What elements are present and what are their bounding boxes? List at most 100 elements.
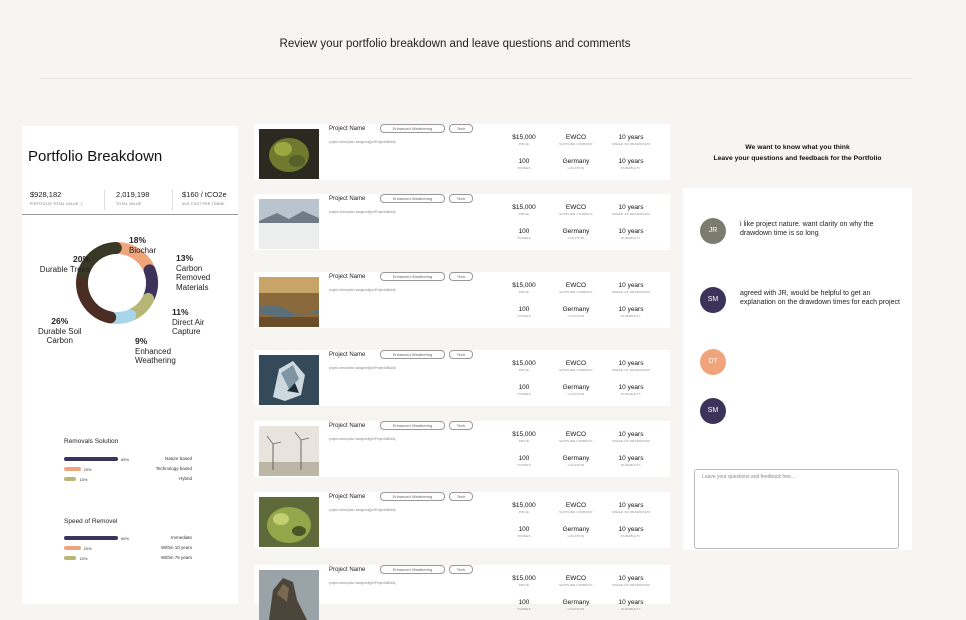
comment-text: agreed with JR, would be helpful to get … [740,290,900,306]
project-card[interactable]: Project Name Enhanced Weathering Tech pr… [254,272,670,328]
donut-label-carbon-removed-materials: 13% Carbon Removed Materials [176,253,211,292]
project-name[interactable]: Project Name [329,274,365,280]
metric-speed: 10 years SPEED OF DRAWDOWN [612,204,650,216]
tag-pill: Tech [449,421,473,430]
metric-speed: 10 years SPEED OF DRAWDOWN [612,134,650,146]
project-card[interactable]: Project Name Enhanced Weathering Tech pr… [254,124,670,180]
progress-bar [64,546,81,550]
feedback-input[interactable] [694,469,899,549]
metric-durability: 10 years DURABILITY [618,158,644,170]
metric-durability: 10 years DURABILITY [618,526,644,538]
tag-pill: Enhanced Weathering [380,350,445,359]
avatar[interactable]: SM [700,287,726,313]
speed-of-removal-title: Speed of Removel [64,518,118,525]
project-name[interactable]: Project Name [329,423,365,429]
tag-pill: Enhanced Weathering [380,272,445,281]
metric-supplier: EWCO SUPPLIER COMPANY [559,360,593,372]
tag-pill: Tech [449,350,473,359]
tag-pill: Tech [449,272,473,281]
removals-solution-title: Removals Solution [64,438,119,445]
project-description: project description assigned/[perProject… [329,508,396,512]
avatar[interactable]: SM [700,398,726,424]
project-card[interactable]: Project Name Enhanced Weathering Tech pr… [254,492,670,548]
page-header-title: Review your portfolio breakdown and leav… [279,38,631,50]
project-image [259,570,319,620]
metric-durability: 10 years DURABILITY [618,384,644,396]
project-description: project description assigned/[perProject… [329,288,396,292]
metric-tonnes: 100 TONNES [517,599,531,611]
progress-bar [64,556,77,560]
bar-row: 20% Technology based [64,466,192,472]
metric-price: $15,000 PRICE [512,502,536,514]
metric-location: Germany LOCATION [562,158,590,170]
tag-pill: Tech [449,194,473,203]
portfolio-breakdown-panel: Portfolio Breakdown $928,182 PORTFOLIO T… [22,126,238,604]
project-description: project description assigned/[perProject… [329,140,396,144]
bar-percent: 20% [83,466,92,472]
bar-percent: 15% [79,555,88,561]
project-name[interactable]: Project Name [329,352,365,358]
project-name[interactable]: Project Name [329,126,365,132]
project-name[interactable]: Project Name [329,567,365,573]
project-card[interactable]: Project Name Enhanced Weathering Tech pr… [254,350,670,406]
avatar[interactable]: DT [700,349,726,375]
metric-price: $15,000 PRICE [512,431,536,443]
bar-row: 65% Nature based [64,456,192,462]
tag-pill: Tech [449,492,473,501]
metric-location: Germany LOCATION [562,526,590,538]
project-image [259,129,319,179]
header-divider [40,78,912,79]
avatar[interactable]: JR [700,218,726,244]
bar-label: Nature based [164,456,192,461]
metric-speed: 10 years SPEED OF DRAWDOWN [612,502,650,514]
metric-durability: 10 years DURABILITY [618,228,644,240]
bar-row: 65% Immediate [64,535,192,541]
metric-speed: 10 years SPEED OF DRAWDOWN [612,575,650,587]
metric-location: Germany LOCATION [562,599,590,611]
metric-location: Germany LOCATION [562,228,590,240]
metric-price: $15,000 PRICE [512,360,536,372]
bar-label: Within 75 years [160,555,192,560]
tag-pill: Enhanced Weathering [380,194,445,203]
project-image [259,355,319,405]
metric-tonnes: 100 TONNES [517,228,531,240]
metric-price: $15,000 PRICE [512,134,536,146]
tag-pill: Enhanced Weathering [380,124,445,133]
metric-speed: 10 years SPEED OF DRAWDOWN [612,431,650,443]
metric-tonnes: 100 TONNES [517,158,531,170]
comments-panel: JR i like project nature. want clarity o… [683,188,912,550]
bar-label: Technology based [155,466,192,471]
metric-supplier: EWCO SUPPLIER COMPANY [559,134,593,146]
project-card[interactable]: Project Name Enhanced Weathering Tech pr… [254,421,670,477]
project-name[interactable]: Project Name [329,196,365,202]
project-description: project description assigned/[perProject… [329,210,396,214]
project-name[interactable]: Project Name [329,494,365,500]
metric-speed: 10 years SPEED OF DRAWDOWN [612,360,650,372]
tag-pill: Enhanced Weathering [380,565,445,574]
bar-percent: 20% [83,545,92,551]
project-image [259,199,319,249]
metric-price: $15,000 PRICE [512,204,536,216]
donut-segment-durable-soil-carbon [76,268,117,324]
project-description: project description assigned/[perProject… [329,366,396,370]
bar-label: Immediate [170,535,192,540]
project-card[interactable]: Project Name Enhanced Weathering Tech pr… [254,565,670,620]
metric-supplier: EWCO SUPPLIER COMPANY [559,282,593,294]
metric-tonnes: 100 TONNES [517,526,531,538]
metric-supplier: EWCO SUPPLIER COMPANY [559,204,593,216]
project-description: project description assigned/[perProject… [329,581,396,585]
metric-location: Germany LOCATION [562,455,590,467]
metric-supplier: EWCO SUPPLIER COMPANY [559,575,593,587]
metric-price: $15,000 PRICE [512,575,536,587]
bar-label: Hybrid [178,476,192,481]
metric-durability: 10 years DURABILITY [618,599,644,611]
project-image [259,426,319,476]
tag-pill: Enhanced Weathering [380,492,445,501]
project-card[interactable]: Project Name Enhanced Weathering Tech pr… [254,194,670,250]
bar-percent: 15% [79,476,88,482]
metric-tonnes: 100 TONNES [517,455,531,467]
progress-bar [64,477,77,481]
tag-pill: Tech [449,124,473,133]
bar-row: 15% Hybrid [64,476,192,482]
donut-label-enhanced-weathering: 9% Enhanced Weathering [135,336,176,365]
